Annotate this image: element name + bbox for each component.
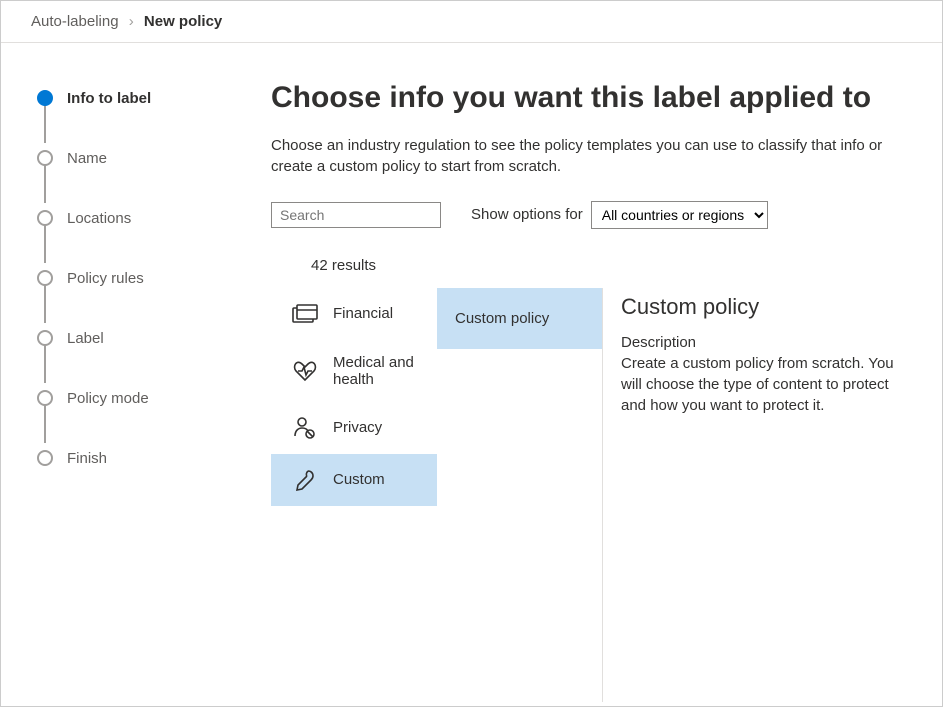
step-label: Name (67, 150, 107, 167)
category-privacy[interactable]: Privacy (271, 402, 437, 454)
step-info-to-label[interactable]: Info to label (37, 83, 247, 113)
step-label[interactable]: Label (37, 323, 247, 353)
step-label: Policy rules (67, 270, 144, 287)
category-financial[interactable]: Financial (271, 288, 437, 340)
step-indicator-icon (37, 270, 53, 286)
category-medical[interactable]: Medical and health (271, 340, 437, 402)
category-list: Financial Medical and health Privacy (271, 288, 437, 703)
wizard-steps: Info to label Name Locations Policy rule… (1, 43, 271, 702)
page-title: Choose info you want this label applied … (271, 79, 898, 117)
breadcrumb-separator: › (129, 13, 134, 30)
breadcrumb-current: New policy (144, 13, 222, 30)
step-indicator-icon (37, 450, 53, 466)
financial-icon (291, 302, 319, 326)
step-locations[interactable]: Locations (37, 203, 247, 233)
step-policy-mode[interactable]: Policy mode (37, 383, 247, 413)
step-policy-rules[interactable]: Policy rules (37, 263, 247, 293)
breadcrumb-parent[interactable]: Auto-labeling (31, 13, 119, 30)
step-label: Label (67, 330, 104, 347)
step-label: Finish (67, 450, 107, 467)
details-title: Custom policy (621, 294, 898, 320)
step-indicator-icon (37, 90, 53, 106)
step-name[interactable]: Name (37, 143, 247, 173)
step-finish[interactable]: Finish (37, 443, 247, 473)
step-indicator-icon (37, 210, 53, 226)
details-description: Create a custom policy from scratch. You… (621, 353, 898, 416)
step-indicator-icon (37, 150, 53, 166)
breadcrumb: Auto-labeling › New policy (1, 1, 942, 43)
step-indicator-icon (37, 330, 53, 346)
template-details: Custom policy Description Create a custo… (603, 288, 898, 703)
region-select[interactable]: All countries or regions (591, 201, 768, 229)
template-label: Custom policy (455, 310, 549, 327)
custom-icon (291, 468, 319, 492)
category-label: Privacy (333, 419, 382, 436)
category-custom[interactable]: Custom (271, 454, 437, 506)
step-label: Locations (67, 210, 131, 227)
results-count: 42 results (311, 257, 898, 274)
category-label: Medical and health (333, 354, 423, 388)
page-subtitle: Choose an industry regulation to see the… (271, 135, 898, 177)
step-label: Info to label (67, 90, 151, 107)
search-input[interactable] (271, 202, 441, 228)
category-label: Financial (333, 305, 393, 322)
medical-icon (291, 359, 319, 383)
template-custom-policy[interactable]: Custom policy (437, 288, 602, 349)
step-label: Policy mode (67, 390, 149, 407)
privacy-icon (291, 416, 319, 440)
category-label: Custom (333, 471, 385, 488)
template-list: Custom policy (437, 288, 603, 703)
details-description-label: Description (621, 334, 898, 351)
step-indicator-icon (37, 390, 53, 406)
show-options-label: Show options for (471, 206, 583, 223)
